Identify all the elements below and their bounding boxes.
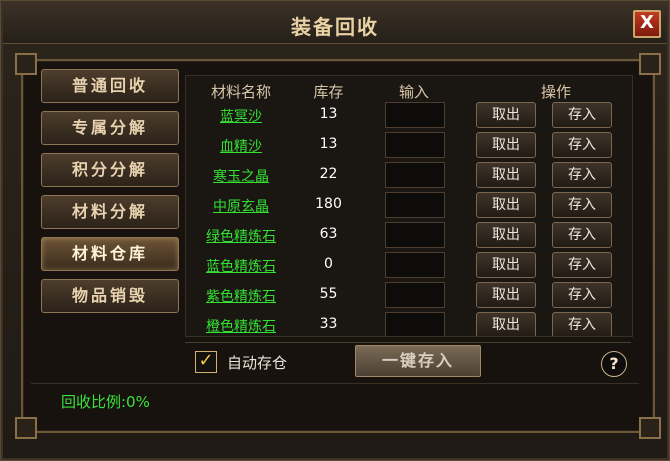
title-bar: 装备回收 X xyxy=(3,3,667,44)
header-input: 输入 xyxy=(398,83,429,101)
corner-ornament-icon xyxy=(15,417,37,439)
material-name[interactable]: 蓝冥沙 xyxy=(186,106,296,126)
deposit-button[interactable]: 存入 xyxy=(552,312,612,336)
quantity-input[interactable] xyxy=(385,252,445,278)
material-table: 材料名称 库存 输入 操作 蓝冥沙 13 取出 存入 血精沙 13 取出 存入 … xyxy=(185,75,633,337)
stock-value: 13 xyxy=(319,136,338,152)
corner-ornament-icon xyxy=(639,417,661,439)
stock-value: 0 xyxy=(324,256,333,272)
window-title: 装备回收 xyxy=(291,15,379,39)
withdraw-button[interactable]: 取出 xyxy=(476,162,536,188)
sidebar-item-item-destroy[interactable]: 物品销毁 xyxy=(41,279,179,313)
table-row: 橙色精炼石 33 取出 存入 xyxy=(186,310,632,336)
stock-value: 13 xyxy=(319,106,338,122)
auto-store-label: 自动存仓 xyxy=(227,354,288,372)
quantity-input[interactable] xyxy=(385,102,445,128)
withdraw-button[interactable]: 取出 xyxy=(476,222,536,248)
material-name[interactable]: 寒玉之晶 xyxy=(186,166,296,186)
sidebar-item-exclusive-decompose[interactable]: 专属分解 xyxy=(41,111,179,145)
sidebar: 普通回收 专属分解 积分分解 材料分解 材料仓库 物品销毁 xyxy=(31,69,187,321)
table-row: 血精沙 13 取出 存入 xyxy=(186,130,632,160)
table-row: 寒玉之晶 22 取出 存入 xyxy=(186,160,632,190)
header-stock: 库存 xyxy=(313,83,344,101)
stock-value: 33 xyxy=(319,316,338,332)
auto-store-checkbox[interactable]: ✓ xyxy=(195,351,217,373)
quantity-input[interactable] xyxy=(385,312,445,336)
deposit-button[interactable]: 存入 xyxy=(552,102,612,128)
equipment-recycle-window: 装备回收 X 普通回收 专属分解 积分分解 材料分解 材料仓库 物品销毁 材料名… xyxy=(0,0,670,461)
material-name[interactable]: 中原玄晶 xyxy=(186,196,296,216)
table-row: 紫色精炼石 55 取出 存入 xyxy=(186,280,632,310)
quantity-input[interactable] xyxy=(385,222,445,248)
deposit-button[interactable]: 存入 xyxy=(552,162,612,188)
withdraw-button[interactable]: 取出 xyxy=(476,312,536,336)
table-row: 蓝色精炼石 0 取出 存入 xyxy=(186,250,632,280)
header-operation: 操作 xyxy=(540,83,571,101)
table-row: 中原玄晶 180 取出 存入 xyxy=(186,190,632,220)
action-bar: ✓ 自动存仓 一键存入 ? xyxy=(185,342,631,379)
table-row: 绿色精炼石 63 取出 存入 xyxy=(186,220,632,250)
stock-value: 55 xyxy=(319,286,338,302)
one-click-deposit-button[interactable]: 一键存入 xyxy=(355,345,481,377)
quantity-input[interactable] xyxy=(385,192,445,218)
withdraw-button[interactable]: 取出 xyxy=(476,192,536,218)
sidebar-item-point-decompose[interactable]: 积分分解 xyxy=(41,153,179,187)
stock-value: 180 xyxy=(315,196,342,212)
material-name[interactable]: 血精沙 xyxy=(186,136,296,156)
quantity-input[interactable] xyxy=(385,282,445,308)
deposit-button[interactable]: 存入 xyxy=(552,132,612,158)
close-button[interactable]: X xyxy=(633,10,661,38)
material-name[interactable]: 绿色精炼石 xyxy=(186,226,296,246)
header-material-name: 材料名称 xyxy=(210,83,271,101)
material-name[interactable]: 橙色精炼石 xyxy=(186,316,296,336)
deposit-button[interactable]: 存入 xyxy=(552,282,612,308)
sidebar-item-material-decompose[interactable]: 材料分解 xyxy=(41,195,179,229)
sidebar-item-normal-recycle[interactable]: 普通回收 xyxy=(41,69,179,103)
quantity-input[interactable] xyxy=(385,162,445,188)
corner-ornament-icon xyxy=(639,53,661,75)
material-name[interactable]: 蓝色精炼石 xyxy=(186,256,296,276)
table-header: 材料名称 库存 输入 操作 xyxy=(186,76,632,101)
help-icon[interactable]: ? xyxy=(601,351,627,377)
withdraw-button[interactable]: 取出 xyxy=(476,282,536,308)
withdraw-button[interactable]: 取出 xyxy=(476,252,536,278)
quantity-input[interactable] xyxy=(385,132,445,158)
recycle-ratio-text: 回收比例:0% xyxy=(61,393,150,411)
table-row: 蓝冥沙 13 取出 存入 xyxy=(186,100,632,130)
deposit-button[interactable]: 存入 xyxy=(552,222,612,248)
recycle-ratio-bar: 回收比例:0% xyxy=(31,383,639,420)
stock-value: 63 xyxy=(319,226,338,242)
material-name[interactable]: 紫色精炼石 xyxy=(186,286,296,306)
withdraw-button[interactable]: 取出 xyxy=(476,102,536,128)
content-frame: 普通回收 专属分解 积分分解 材料分解 材料仓库 物品销毁 材料名称 库存 输入… xyxy=(15,53,661,439)
deposit-button[interactable]: 存入 xyxy=(552,192,612,218)
sidebar-item-material-warehouse[interactable]: 材料仓库 xyxy=(41,237,179,271)
deposit-button[interactable]: 存入 xyxy=(552,252,612,278)
withdraw-button[interactable]: 取出 xyxy=(476,132,536,158)
stock-value: 22 xyxy=(319,166,338,182)
